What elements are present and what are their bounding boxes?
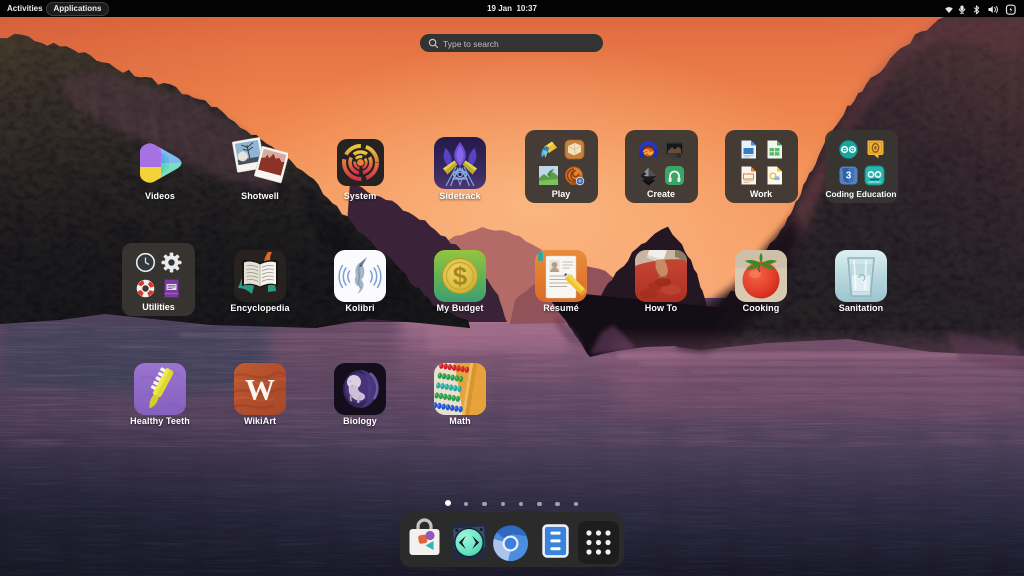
svg-text:$: $ [453, 261, 468, 291]
svg-text:W: W [245, 374, 275, 407]
svg-text:3: 3 [845, 171, 851, 182]
svg-text:ARDUINO: ARDUINO [868, 180, 880, 184]
